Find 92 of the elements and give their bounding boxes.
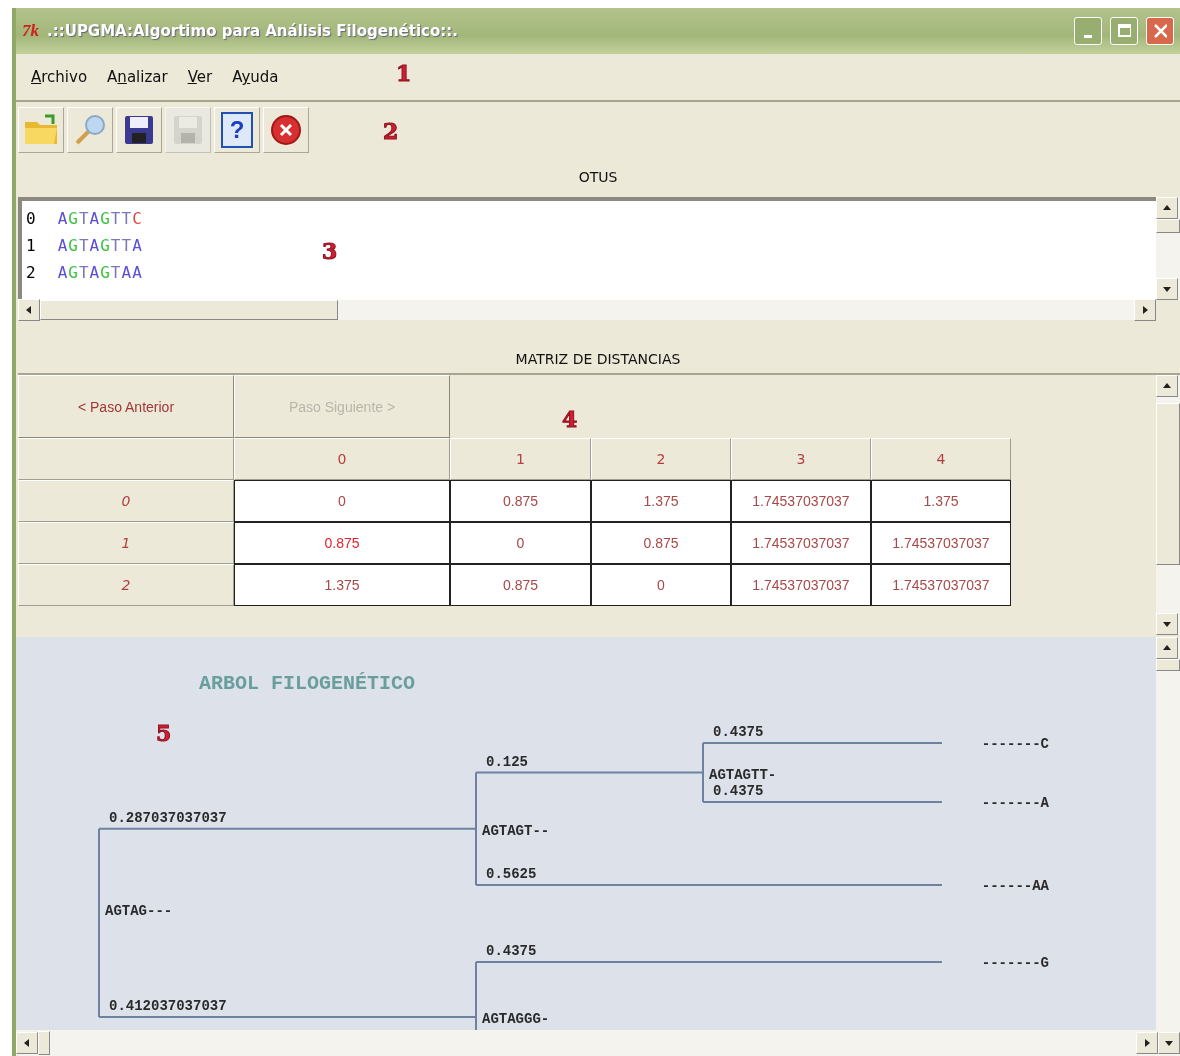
- row-header: 2: [18, 564, 234, 606]
- scroll-arrow-button[interactable]: [16, 1032, 38, 1054]
- node-label: AGTAG---: [105, 902, 173, 919]
- menu-item[interactable]: Ayuda: [223, 64, 288, 90]
- maximize-button[interactable]: [1110, 17, 1138, 45]
- callout-number: 5: [156, 720, 172, 746]
- table-cell: 0: [234, 480, 450, 522]
- scroll-arrow-button[interactable]: [1156, 637, 1178, 659]
- leaf-label: ------AA: [981, 878, 1049, 894]
- scroll-arrow-button[interactable]: [18, 299, 40, 321]
- toolbar-button[interactable]: ?: [214, 106, 260, 153]
- branch-length: 0.412037037037: [109, 998, 227, 1014]
- window-title: .::UPGMA:Algortimo para Análisis Filogenético::.: [47, 22, 459, 40]
- branch-length: 0.125: [486, 753, 528, 770]
- scroll-thumb[interactable]: [40, 300, 338, 320]
- minimize-icon: [1084, 34, 1092, 38]
- table-cell: 1.74537037037: [731, 480, 871, 522]
- close-button[interactable]: [1146, 17, 1174, 45]
- table-cell: 0: [450, 522, 591, 564]
- scroll-arrow-button[interactable]: [1158, 1032, 1180, 1054]
- callout-number: 3: [322, 238, 338, 264]
- magnifier-icon: [73, 112, 107, 147]
- table-cell: 1.74537037037: [871, 564, 1011, 606]
- table-cell: 0.875: [450, 564, 591, 606]
- step-button[interactable]: < Paso Anterior: [18, 375, 234, 438]
- menu-item[interactable]: Analizar: [98, 64, 177, 90]
- horizontal-scrollbar[interactable]: [16, 1030, 1180, 1056]
- sequence-text: AGTAGTAA: [57, 262, 143, 284]
- branch-length: 0.4375: [486, 943, 537, 959]
- column-header: 0: [234, 438, 450, 480]
- scroll-thumb[interactable]: [1156, 403, 1180, 565]
- scroll-arrow-button[interactable]: [1156, 278, 1178, 300]
- horizontal-scrollbar[interactable]: [18, 300, 1156, 320]
- table-cell: 1.375: [871, 480, 1011, 522]
- leaf-label: -------G: [981, 955, 1049, 971]
- otu-index: 2: [26, 262, 36, 284]
- tree-title: ARBOL FILOGENÉTICO: [199, 672, 416, 695]
- scroll-thumb[interactable]: [1156, 659, 1180, 671]
- sequence-text: AGTAGTTC: [57, 208, 143, 230]
- vertical-scrollbar[interactable]: [1156, 197, 1180, 300]
- section-title: MATRIZ DE DISTANCIAS: [515, 351, 681, 367]
- close-icon: [270, 113, 302, 146]
- table-cell: 1.74537037037: [731, 522, 871, 564]
- leaf-label: -------C: [981, 736, 1049, 752]
- toolbar-button[interactable]: [263, 106, 309, 153]
- table-cell: 0: [591, 564, 731, 606]
- vertical-scrollbar[interactable]: [1156, 637, 1180, 1030]
- branch-length: 0.4375: [713, 783, 764, 799]
- table-cell: 0.875: [450, 480, 591, 522]
- scroll-arrow-button[interactable]: [1156, 197, 1178, 219]
- vertical-scrollbar[interactable]: [1156, 375, 1180, 635]
- scroll-arrow-button[interactable]: [1156, 613, 1178, 635]
- table-cell: 1.74537037037: [731, 564, 871, 606]
- minimize-button[interactable]: [1074, 17, 1102, 45]
- scroll-arrow-button[interactable]: [1136, 1032, 1158, 1054]
- row-header: 1: [18, 522, 234, 564]
- node-label: AGTAGTT-: [709, 766, 777, 783]
- help-icon: ?: [221, 111, 253, 148]
- menu-item[interactable]: Archivo: [22, 64, 97, 90]
- branch-length: 0.5625: [486, 866, 537, 882]
- maximize-icon: [1117, 23, 1131, 39]
- close-icon: [1153, 23, 1167, 39]
- table-cell: 1.375: [234, 564, 450, 606]
- node-label: AGTAGGG-: [482, 1011, 550, 1027]
- branch-length: 0.4375: [713, 724, 764, 740]
- folder-icon: [23, 113, 59, 146]
- table-cell: 1.375: [591, 480, 731, 522]
- column-header: 4: [871, 438, 1011, 480]
- otu-index: 0: [26, 208, 36, 230]
- callout-number: 2: [383, 118, 399, 144]
- menu-item[interactable]: Ver: [178, 64, 222, 90]
- section-title: OTUS: [578, 169, 618, 185]
- node-label: AGTAGT--: [482, 822, 550, 839]
- toolbar-button[interactable]: [116, 106, 162, 153]
- column-header: 2: [591, 438, 731, 480]
- column-header: 3: [731, 438, 871, 480]
- table-cell: 0.875: [234, 522, 450, 564]
- table-cell: 0.875: [591, 522, 731, 564]
- row-header: 0: [18, 480, 234, 522]
- branch-length: 0.287037037037: [109, 809, 227, 826]
- scroll-arrow-button[interactable]: [1156, 375, 1178, 397]
- table-cell: 1.74537037037: [871, 522, 1011, 564]
- leaf-label: -------A: [981, 795, 1049, 811]
- scroll-thumb[interactable]: [1156, 219, 1180, 233]
- callout-number: 4: [562, 406, 578, 432]
- column-header: 1: [450, 438, 591, 480]
- otu-index: 1: [26, 235, 36, 257]
- scroll-arrow-button[interactable]: [1134, 299, 1156, 321]
- scroll-thumb[interactable]: [38, 1031, 50, 1055]
- sequence-text: AGTAGTTA: [57, 235, 143, 257]
- app-icon: 7k: [22, 21, 39, 41]
- callout-number: 1: [396, 60, 412, 86]
